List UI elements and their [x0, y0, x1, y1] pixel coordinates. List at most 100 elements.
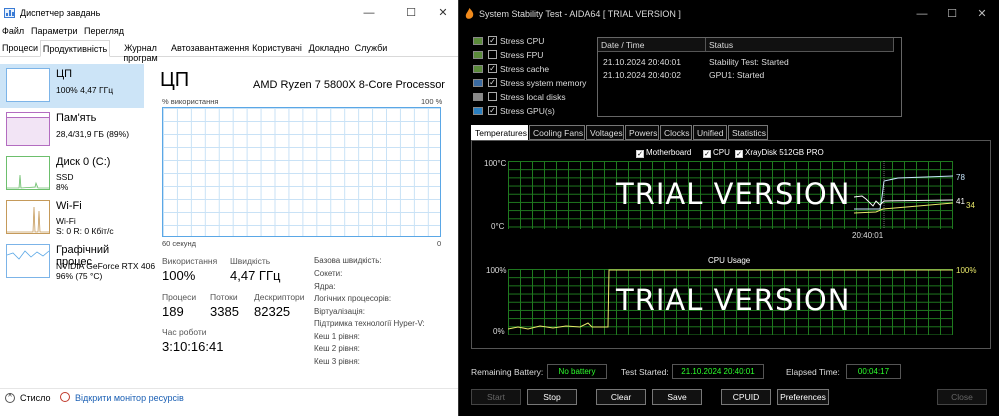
task-manager-window: Диспетчер завдань — ☐ ✕ Файл Параметри П… — [0, 0, 458, 416]
option-stress-cpu[interactable]: ✓ Stress CPU — [473, 35, 593, 48]
spec-label: Сокети: — [314, 269, 343, 278]
option-label: Stress CPU — [500, 36, 545, 46]
maximize-icon[interactable]: ☐ — [404, 6, 418, 20]
maximize-icon[interactable]: ☐ — [945, 7, 959, 21]
event-log[interactable]: Date / Time Status 21.10.2024 20:40:01 S… — [597, 37, 902, 117]
less-details-link[interactable]: Стисло — [20, 393, 51, 403]
tab-startup[interactable]: Автозавантаження — [171, 40, 249, 57]
disk-thumbnail — [6, 156, 50, 190]
chevron-up-icon[interactable]: ^ — [5, 393, 15, 403]
open-resource-monitor-link[interactable]: Відкрити монітор ресурсів — [75, 393, 184, 403]
stress-cpu-checkbox[interactable]: ✓ — [488, 36, 497, 45]
option-stress-fpu[interactable]: Stress FPU — [473, 49, 593, 62]
cpu-usage-series — [508, 269, 953, 330]
stress-disks-checkbox[interactable] — [488, 92, 497, 101]
stress-cache-checkbox[interactable]: ✓ — [488, 64, 497, 73]
option-stress-disks[interactable]: Stress local disks — [473, 91, 593, 104]
graph-label-right: 100 % — [421, 97, 443, 106]
uptime-label: Час роботи — [162, 327, 207, 337]
sidebar-item-disk[interactable]: Диск 0 (C:) SSD 8% — [0, 152, 144, 196]
memory-module-icon — [473, 79, 483, 87]
option-label: Stress system memory — [500, 78, 587, 88]
graph-time-right: 0 — [437, 239, 442, 248]
log-header-time[interactable]: Date / Time — [598, 38, 706, 52]
option-label: Stress FPU — [500, 50, 544, 60]
graph-time-left: 60 секунд — [162, 239, 196, 248]
uptime-value: 3:10:16:41 — [162, 339, 224, 354]
tab-unified[interactable]: Unified — [693, 125, 727, 140]
disk-temp-value: 34 — [966, 201, 975, 210]
log-cell-status: Stability Test: Started — [709, 57, 789, 67]
battery-label: Remaining Battery: — [471, 367, 544, 377]
sidebar-item-cpu[interactable]: ЦП 100% 4,47 ГГц — [0, 64, 144, 108]
tab-services[interactable]: Служби — [353, 40, 389, 57]
save-button[interactable]: Save — [652, 389, 702, 405]
stop-button[interactable]: Stop — [527, 389, 577, 405]
preferences-button[interactable]: Preferences — [777, 389, 829, 405]
menu-file[interactable]: Файл — [2, 26, 24, 36]
tab-details[interactable]: Докладно — [305, 40, 353, 57]
threads-value: 3385 — [210, 304, 239, 319]
utilization-value: 100% — [162, 268, 196, 283]
cache-chip-icon — [473, 65, 483, 73]
sidebar-item-label: Диск 0 (C:) — [56, 156, 111, 168]
start-button[interactable]: Start — [471, 389, 521, 405]
handles-value: 82325 — [254, 304, 291, 319]
sidebar-item-gpu[interactable]: Графічний процес NVIDIA GeForce RTX 406 … — [0, 240, 155, 284]
wifi-thumbnail — [6, 200, 50, 234]
spec-label: Логічних процесорів: — [314, 294, 392, 303]
cpuid-button[interactable]: CPUID — [721, 389, 771, 405]
option-stress-gpu[interactable]: ✓ Stress GPU(s) — [473, 105, 593, 118]
sidebar-item-detail: 100% 4,47 ГГц — [56, 85, 114, 95]
sensor-panel: ✓ Motherboard ✓ CPU ✓ XrayDisk 512GB PRO TR… — [471, 140, 991, 349]
close-icon[interactable]: ✕ — [436, 6, 450, 20]
tab-app-history[interactable]: Журнал програм — [110, 40, 171, 63]
minimize-icon[interactable]: — — [362, 6, 376, 20]
option-stress-memory[interactable]: ✓ Stress system memory — [473, 77, 593, 90]
tab-clocks[interactable]: Clocks — [660, 125, 692, 140]
stress-fpu-checkbox[interactable] — [488, 50, 497, 59]
elapsed-time-value: 00:04:17 — [846, 364, 901, 379]
tab-users[interactable]: Користувачі — [249, 40, 305, 57]
spec-label: Кеш 3 рівня: — [314, 357, 360, 366]
menu-view[interactable]: Перегляд — [84, 26, 124, 36]
usage-value: 100% — [956, 266, 977, 275]
clear-button[interactable]: Clear — [596, 389, 646, 405]
stress-gpu-checkbox[interactable]: ✓ — [488, 106, 497, 115]
footer-bar: ^ Стисло Відкрити монітор ресурсів — [0, 388, 458, 408]
close-icon[interactable]: ✕ — [975, 7, 989, 21]
tab-performance[interactable]: Продуктивність — [40, 40, 110, 57]
close-button[interactable]: Close — [937, 389, 987, 405]
spec-label: Ядра: — [314, 282, 336, 291]
sidebar-item-memory[interactable]: Пам'ять 28,4/31,9 ГБ (89%) — [0, 108, 144, 152]
sidebar-item-detail: Wi-Fi — [56, 216, 76, 226]
title-bar: Диспетчер завдань — ☐ ✕ — [0, 0, 458, 26]
aida64-window: System Stability Test - AIDA64 [ TRIAL V… — [458, 0, 999, 416]
legend-cpu[interactable]: ✓ CPU — [703, 148, 730, 158]
log-cell-time: 21.10.2024 20:40:01 — [603, 57, 681, 67]
stress-memory-checkbox[interactable]: ✓ — [488, 78, 497, 87]
sidebar-item-detail: 96% (75 °C) — [56, 271, 103, 281]
log-header-status[interactable]: Status — [706, 38, 894, 52]
window-title: System Stability Test - AIDA64 [ TRIAL V… — [479, 9, 681, 19]
gpu-thumbnail — [6, 244, 50, 278]
cpu-usage-title: CPU Usage — [708, 256, 751, 265]
sidebar-item-wifi[interactable]: Wi-Fi Wi-Fi S: 0 R: 0 Кбіт/с — [0, 196, 144, 240]
minimize-icon[interactable]: — — [915, 7, 929, 21]
option-stress-cache[interactable]: ✓ Stress cache — [473, 63, 593, 76]
graph-label-left: % використання — [162, 97, 219, 106]
tab-processes[interactable]: Процеси — [0, 40, 40, 57]
tab-powers[interactable]: Powers — [625, 125, 659, 140]
sidebar-item-label: Wi-Fi — [56, 200, 82, 212]
tab-cooling-fans[interactable]: Cooling Fans — [529, 125, 585, 140]
tab-temperatures[interactable]: Temperatures — [471, 125, 528, 140]
test-started-label: Test Started: — [621, 367, 669, 377]
tab-statistics[interactable]: Statistics — [728, 125, 768, 140]
legend-disk[interactable]: ✓ XrayDisk 512GB PRO — [735, 148, 824, 158]
threads-label: Потоки — [210, 292, 238, 302]
menu-options[interactable]: Параметри — [31, 26, 78, 36]
temp-axis-time: 20:40:01 — [852, 231, 884, 240]
cpu-thumbnail — [6, 68, 50, 102]
tab-voltages[interactable]: Voltages — [586, 125, 624, 140]
legend-motherboard[interactable]: ✓ Motherboard — [636, 148, 691, 158]
